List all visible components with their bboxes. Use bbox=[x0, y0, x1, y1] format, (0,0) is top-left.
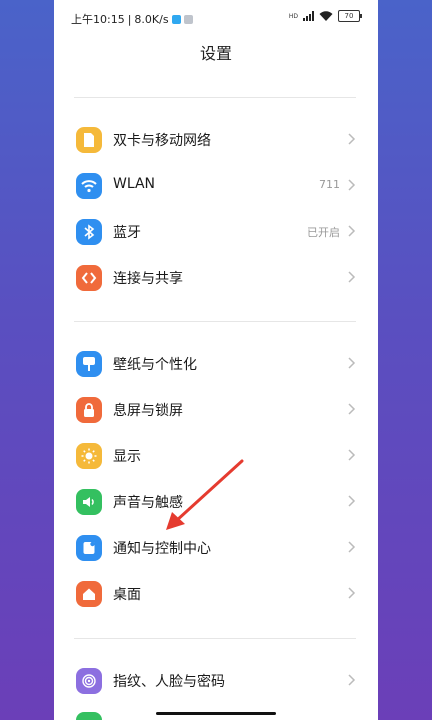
next-item-icon bbox=[76, 712, 102, 720]
chevron-right-icon bbox=[348, 133, 356, 145]
wifi-icon bbox=[76, 173, 102, 199]
fingerprint-icon bbox=[76, 668, 102, 694]
settings-item-label: WLAN bbox=[113, 176, 156, 192]
chevron-right-icon bbox=[348, 587, 356, 599]
chevron-right-icon bbox=[348, 225, 356, 237]
settings-item-wallpaper[interactable]: 壁纸与个性化 bbox=[54, 341, 378, 387]
cell-signal-icon bbox=[303, 11, 314, 21]
sun-icon bbox=[76, 443, 102, 469]
settings-item-dual-sim[interactable]: 双卡与移动网络 bbox=[54, 117, 378, 163]
settings-item-desktop[interactable]: 桌面 bbox=[54, 571, 378, 617]
chevron-right-icon bbox=[348, 541, 356, 553]
home-icon bbox=[76, 581, 102, 607]
settings-item-lock-screen[interactable]: 息屏与锁屏 bbox=[54, 387, 378, 433]
settings-item-value: 已开启 bbox=[307, 226, 340, 239]
lock-icon bbox=[76, 397, 102, 423]
wifi-status-icon bbox=[319, 10, 333, 21]
section-divider bbox=[74, 97, 356, 98]
wallpaper-icon bbox=[76, 351, 102, 377]
status-bar: 上午10:15 | 8.0K/s HD 70 bbox=[54, 0, 378, 34]
settings-item-fingerprint[interactable]: 指纹、人脸与密码 bbox=[54, 658, 378, 704]
settings-item-label: 双卡与移动网络 bbox=[113, 133, 211, 149]
sim-card-icon bbox=[76, 127, 102, 153]
speaker-icon bbox=[76, 489, 102, 515]
settings-item-label: 桌面 bbox=[113, 587, 141, 603]
connection-share-icon bbox=[76, 265, 102, 291]
chevron-right-icon bbox=[348, 495, 356, 507]
battery-icon: 70 bbox=[338, 10, 362, 22]
settings-item-wlan[interactable]: WLAN 711 bbox=[54, 163, 378, 209]
chevron-right-icon bbox=[348, 449, 356, 461]
network-speed: 8.0K/s bbox=[134, 12, 169, 26]
chevron-right-icon bbox=[348, 271, 356, 283]
section-divider bbox=[74, 638, 356, 639]
status-separator: | bbox=[127, 12, 132, 26]
chevron-right-icon bbox=[348, 357, 356, 369]
settings-item-value: 711 bbox=[319, 178, 340, 191]
chevron-right-icon bbox=[348, 179, 356, 191]
page-title: 设置 bbox=[199, 44, 232, 63]
settings-item-label: 通知与控制中心 bbox=[113, 541, 211, 557]
settings-item-label: 蓝牙 bbox=[113, 225, 141, 241]
home-indicator[interactable] bbox=[156, 712, 276, 715]
settings-item-label: 壁纸与个性化 bbox=[113, 357, 197, 373]
settings-item-label: 指纹、人脸与密码 bbox=[113, 674, 225, 690]
chevron-right-icon bbox=[348, 674, 356, 686]
notification-icon bbox=[76, 535, 102, 561]
network-type-label: HD bbox=[288, 12, 298, 20]
section-divider bbox=[74, 321, 356, 322]
status-time: 上午10:15 bbox=[71, 13, 125, 26]
settings-item-connection-share[interactable]: 连接与共享 bbox=[54, 255, 378, 301]
settings-item-bluetooth[interactable]: 蓝牙 已开启 bbox=[54, 209, 378, 255]
settings-item-label: 显示 bbox=[113, 449, 141, 465]
chevron-right-icon bbox=[348, 403, 356, 415]
settings-item-label: 息屏与锁屏 bbox=[113, 403, 183, 419]
bluetooth-icon bbox=[76, 219, 102, 245]
settings-screen: 上午10:15 | 8.0K/s HD 70 设置 双卡与移动网络 WLAN 7… bbox=[54, 0, 378, 720]
settings-item-label: 连接与共享 bbox=[113, 271, 183, 287]
app-notification-icon bbox=[183, 14, 193, 24]
app-notification-icon bbox=[171, 14, 181, 24]
annotation-arrow bbox=[166, 459, 244, 530]
